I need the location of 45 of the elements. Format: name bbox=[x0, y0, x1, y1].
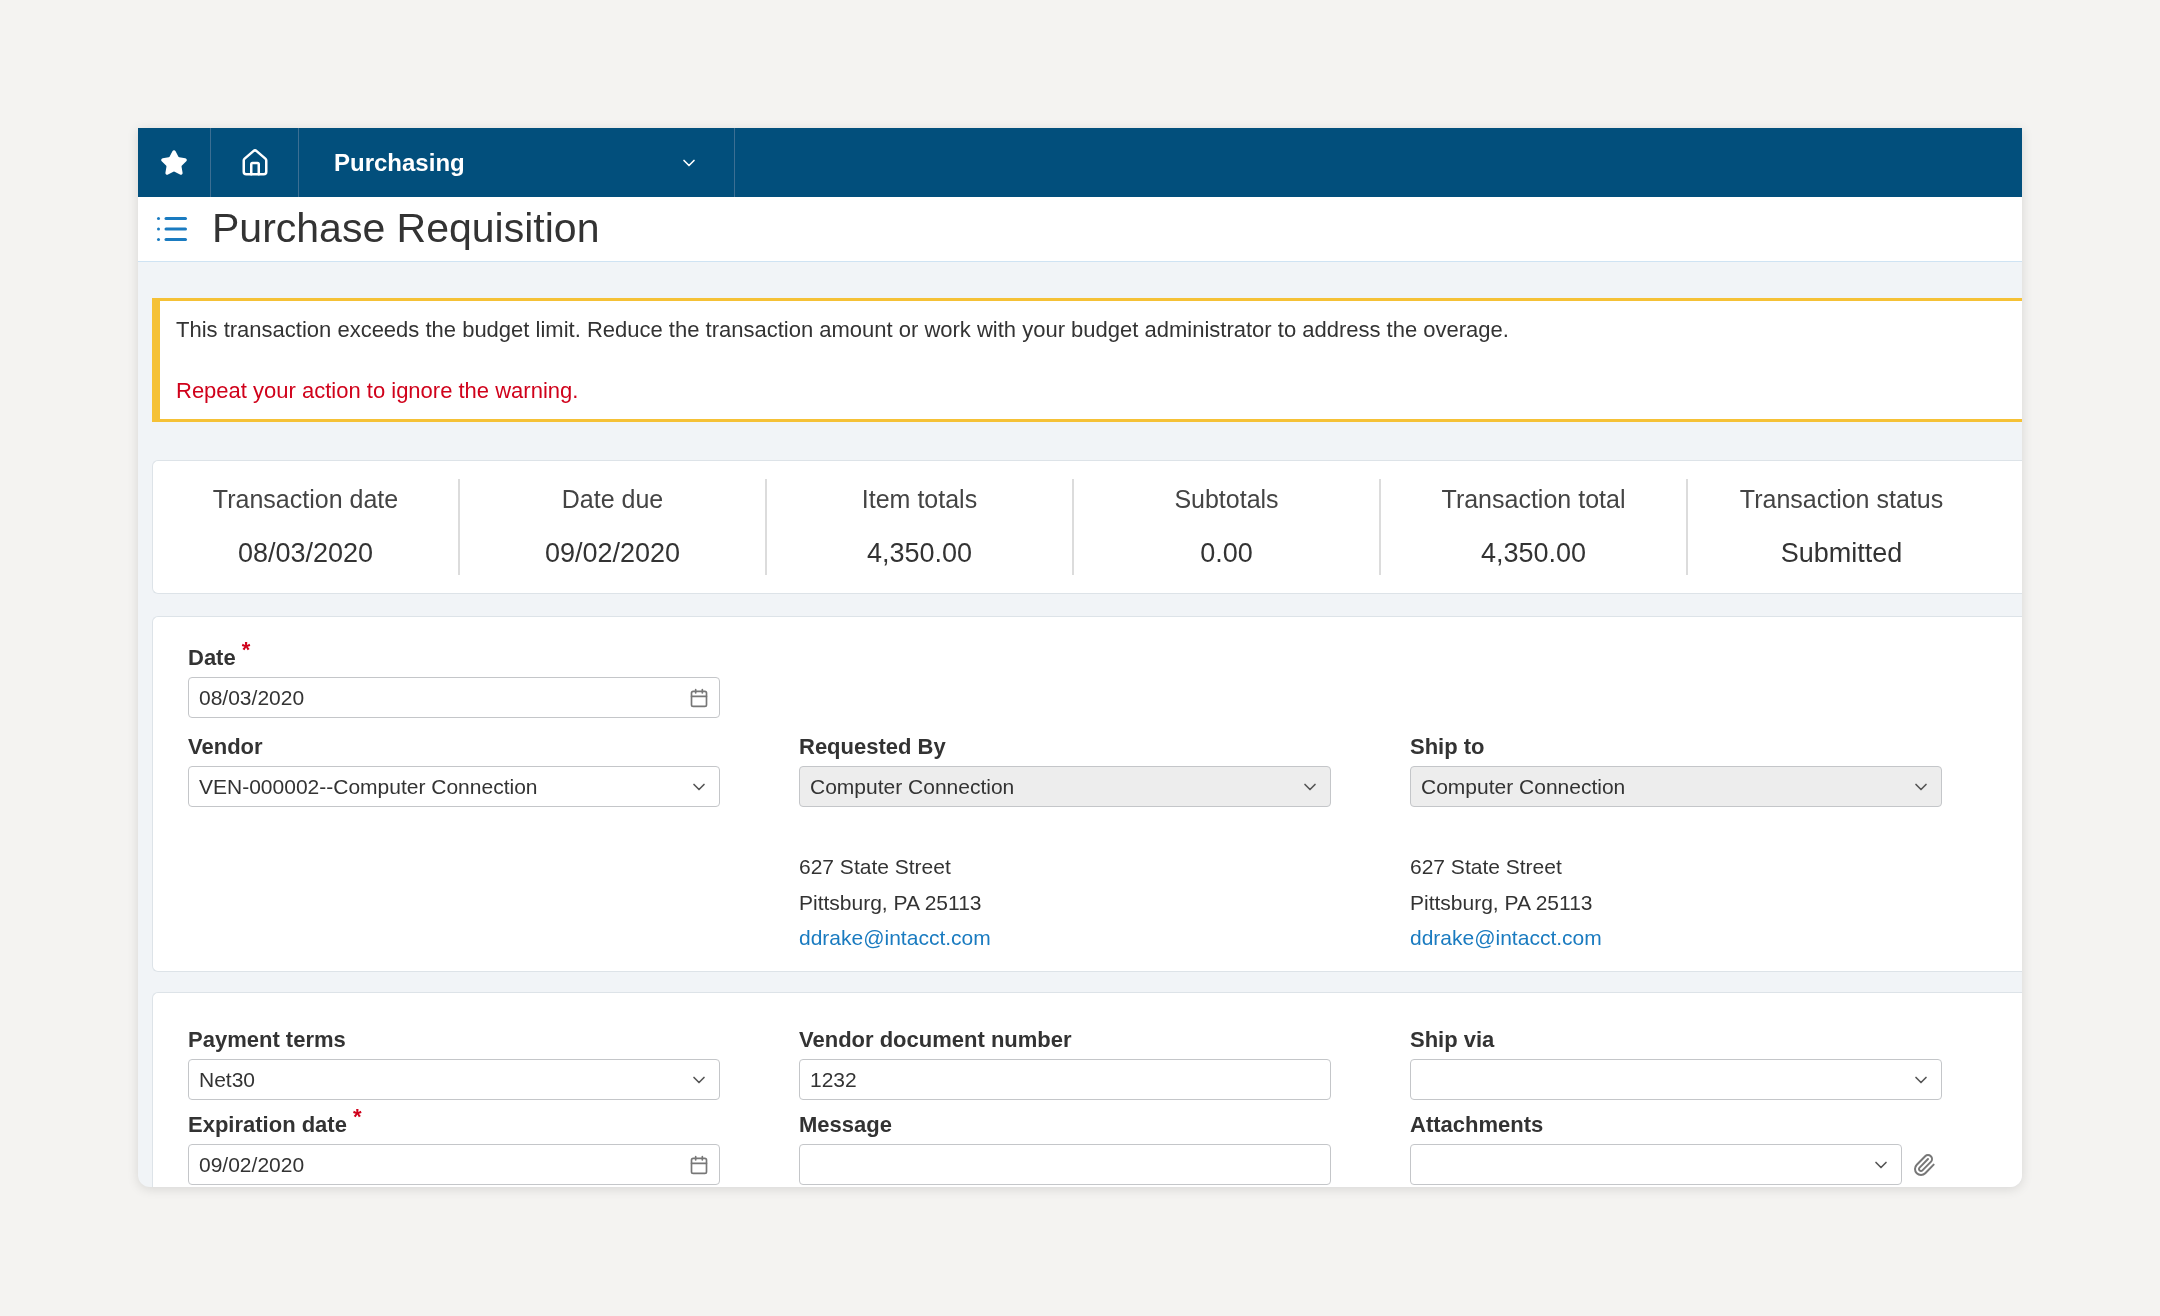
warning-message: This transaction exceeds the budget limit. Reduce the transaction amount or work with your budget administrator to address the overage. bbox=[176, 316, 1510, 344]
field-label: Vendor document number bbox=[799, 1026, 1072, 1054]
summary-label: Transaction status bbox=[1739, 484, 1944, 515]
summary-label: Subtotals bbox=[1174, 484, 1279, 515]
warning-hint: Repeat your action to ignore the warning. bbox=[176, 377, 580, 405]
dropdown-field[interactable]: Net30 bbox=[188, 1059, 720, 1100]
field-label: Ship via bbox=[1410, 1026, 1495, 1054]
field-label: Expiration date bbox=[188, 1111, 347, 1139]
dropdown-field[interactable] bbox=[1410, 1059, 1942, 1100]
field-label: Date bbox=[188, 644, 236, 672]
summary-label: Transaction total bbox=[1441, 484, 1626, 515]
field-label: Attachments bbox=[1410, 1111, 1544, 1139]
summary-value: 08/03/2020 bbox=[237, 536, 374, 570]
calendar-icon[interactable] bbox=[689, 1154, 709, 1175]
field-label: Ship to bbox=[1410, 733, 1485, 761]
required-mark: * bbox=[352, 1108, 362, 1126]
field-label: Message bbox=[799, 1111, 892, 1139]
summary-value: 09/02/2020 bbox=[544, 536, 681, 570]
email-link[interactable]: ddrake@intacct.com bbox=[1410, 922, 2021, 954]
date-field[interactable]: 09/02/2020 bbox=[188, 1144, 720, 1185]
paperclip-icon[interactable] bbox=[1912, 1152, 1936, 1177]
summary-value: 0.00 bbox=[1200, 536, 1253, 570]
summary-value: Submitted bbox=[1780, 536, 1903, 570]
input-field[interactable] bbox=[799, 1144, 1331, 1185]
dropdown-field[interactable] bbox=[1410, 1144, 1902, 1185]
email-link[interactable]: ddrake@intacct.com bbox=[799, 922, 1410, 954]
address-line: 627 State Street bbox=[799, 854, 952, 880]
address-line: 627 State Street bbox=[1410, 854, 1563, 880]
input-field[interactable]: 1232 bbox=[799, 1059, 1331, 1100]
field-label: Vendor bbox=[188, 733, 263, 761]
page-title: Purchase Requisition bbox=[212, 204, 600, 254]
required-mark: * bbox=[241, 641, 251, 659]
summary-value: 4,350.00 bbox=[1480, 536, 1587, 570]
calendar-icon[interactable] bbox=[689, 687, 709, 708]
summary-value: 4,350.00 bbox=[866, 536, 973, 570]
summary-label: Date due bbox=[561, 484, 664, 515]
date-field[interactable]: 08/03/2020 bbox=[188, 677, 720, 718]
star-icon[interactable] bbox=[160, 148, 188, 177]
summary-label: Transaction date bbox=[212, 484, 399, 515]
address-line: Pittsburg, PA 25113 bbox=[1410, 889, 1594, 916]
field-label: Payment terms bbox=[188, 1026, 346, 1054]
field-label: Requested By bbox=[799, 733, 946, 761]
summary-label: Item totals bbox=[861, 484, 978, 515]
address-line: Pittsburg, PA 25113 bbox=[799, 889, 983, 916]
dropdown-field[interactable]: VEN-000002--Computer Connection bbox=[188, 766, 720, 807]
